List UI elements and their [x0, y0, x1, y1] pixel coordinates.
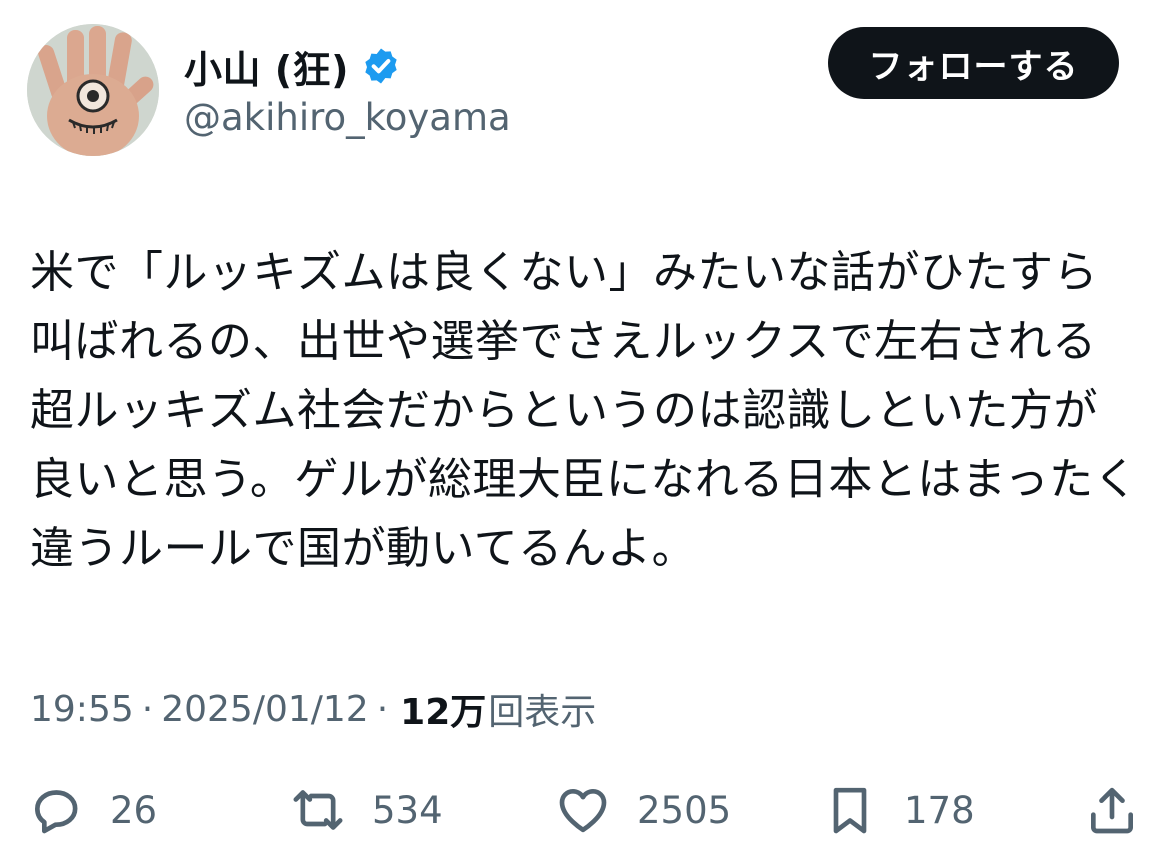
share-icon: [1091, 787, 1133, 834]
meta-separator: ·: [141, 688, 154, 730]
bookmark-icon: [833, 787, 867, 834]
reply-button[interactable]: 26: [28, 770, 157, 850]
heart-icon: [559, 789, 607, 833]
retweet-icon: [293, 790, 343, 830]
user-handle[interactable]: @akihiro_koyama: [184, 96, 511, 139]
name-row: 小山 (狂): [184, 42, 401, 92]
meta-separator: ·: [376, 688, 389, 730]
tweet-meta: 19:55 · 2025/01/12 · 12万 回表示: [30, 684, 596, 734]
follow-button[interactable]: フォローする: [828, 27, 1119, 99]
share-button[interactable]: [1084, 770, 1140, 850]
reply-icon: [35, 790, 78, 834]
tweet-text: 米で「ルッキズムは良くない」みたいな話がひたすら叫ばれるの、出世や選挙でさえルッ…: [30, 247, 1139, 574]
views-count: 12万: [400, 692, 487, 733]
like-count: 2505: [637, 788, 732, 832]
tweet-time[interactable]: 19:55: [30, 689, 134, 730]
retweet-count: 534: [372, 788, 443, 832]
hand-eye-avatar-icon: [27, 24, 159, 156]
action-bar: 26 534 2505 178: [0, 770, 1170, 850]
bookmark-count: 178: [904, 788, 975, 832]
views-label: 回表示: [488, 692, 597, 733]
display-name[interactable]: 小山 (狂): [184, 39, 349, 94]
reply-count: 26: [110, 788, 158, 832]
like-button[interactable]: 2505: [555, 770, 731, 850]
tweet-date[interactable]: 2025/01/12: [161, 689, 369, 730]
bookmark-button[interactable]: 178: [822, 770, 975, 850]
tweet-card: 小山 (狂) @akihiro_koyama フォローする 米で「ルッキズムは良…: [0, 0, 1170, 860]
avatar[interactable]: [27, 24, 159, 156]
retweet-button[interactable]: 534: [290, 770, 443, 850]
verified-badge-icon: [365, 48, 397, 84]
